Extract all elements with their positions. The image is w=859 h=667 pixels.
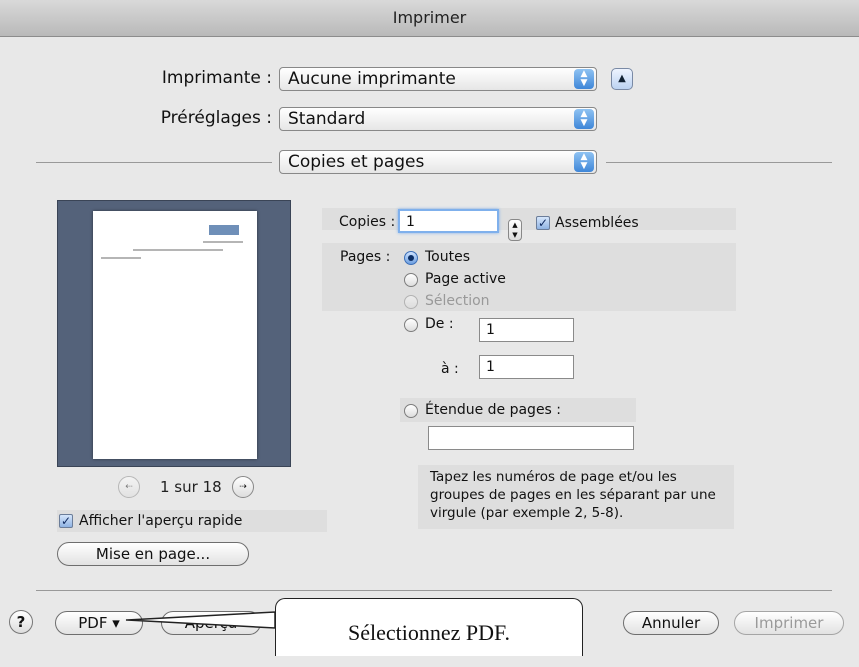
radio-page-range[interactable] <box>404 404 418 418</box>
presets-label: Préréglages : <box>160 108 272 128</box>
thumbnail-logo <box>209 225 239 235</box>
radio-selection-label: Sélection <box>425 293 490 309</box>
footer-divider <box>36 590 832 591</box>
copies-field[interactable]: 1 <box>398 209 499 233</box>
radio-current-page-label: Page active <box>425 271 506 287</box>
section-value: Copies et pages <box>288 152 425 172</box>
thumbnail-line <box>101 257 141 259</box>
collate-checkbox[interactable]: ✓ <box>536 216 550 230</box>
expand-toggle-button[interactable]: ▲ <box>611 68 633 90</box>
page-counter: 1 sur 18 <box>160 478 222 496</box>
window-title: Imprimer <box>0 0 859 37</box>
pdf-button[interactable]: PDF ▾ <box>55 611 143 635</box>
thumbnail-line <box>133 249 223 251</box>
quick-preview-label: Afficher l'aperçu rapide <box>79 513 243 529</box>
pages-label: Pages : <box>340 249 391 265</box>
thumbnail-line <box>203 241 243 243</box>
page-range-field[interactable] <box>428 426 634 450</box>
page-setup-button[interactable]: Mise en page... <box>57 542 249 566</box>
printer-popup[interactable]: Aucune imprimante ▲ ▼ <box>279 67 597 91</box>
print-button: Imprimer <box>734 611 844 635</box>
printer-value: Aucune imprimante <box>288 69 456 89</box>
popup-arrows-icon: ▲ ▼ <box>574 69 594 89</box>
copies-label: Copies : <box>339 214 396 230</box>
radio-page-range-label: Étendue de pages : <box>425 402 562 418</box>
from-field[interactable]: 1 <box>479 318 574 342</box>
to-label: à : <box>441 361 459 377</box>
radio-from-label: De : <box>425 316 454 332</box>
cancel-button[interactable]: Annuler <box>623 611 719 635</box>
quick-preview-checkbox[interactable]: ✓ <box>59 514 73 528</box>
printer-label: Imprimante : <box>161 68 272 88</box>
page-preview <box>57 200 291 467</box>
copies-stepper[interactable]: ▲ ▼ <box>508 219 522 241</box>
preview-page-thumbnail <box>93 211 257 459</box>
radio-from[interactable] <box>404 318 418 332</box>
section-popup[interactable]: Copies et pages ▲ ▼ <box>279 150 597 174</box>
radio-selection <box>404 295 418 309</box>
preview-button[interactable]: Aperçu <box>161 611 261 635</box>
radio-all-pages-label: Toutes <box>425 249 471 265</box>
next-page-button[interactable]: ⇢ <box>232 476 254 498</box>
page-range-hint: Tapez les numéros de page et/ou les grou… <box>430 469 716 521</box>
previous-page-button[interactable]: ⇠ <box>118 476 140 498</box>
to-field[interactable]: 1 <box>479 355 574 379</box>
annotation-callout: Sélectionnez PDF. <box>275 598 583 656</box>
presets-popup[interactable]: Standard ▲ ▼ <box>279 107 597 131</box>
divider-left <box>36 162 272 163</box>
presets-value: Standard <box>288 109 366 129</box>
divider-right <box>606 162 832 163</box>
collate-label: Assemblées <box>555 215 639 231</box>
popup-arrows-icon: ▲ ▼ <box>574 152 594 172</box>
popup-arrows-icon: ▲ ▼ <box>574 109 594 129</box>
radio-current-page[interactable] <box>404 273 418 287</box>
radio-all-pages[interactable] <box>404 251 418 265</box>
help-button[interactable]: ? <box>9 610 33 634</box>
